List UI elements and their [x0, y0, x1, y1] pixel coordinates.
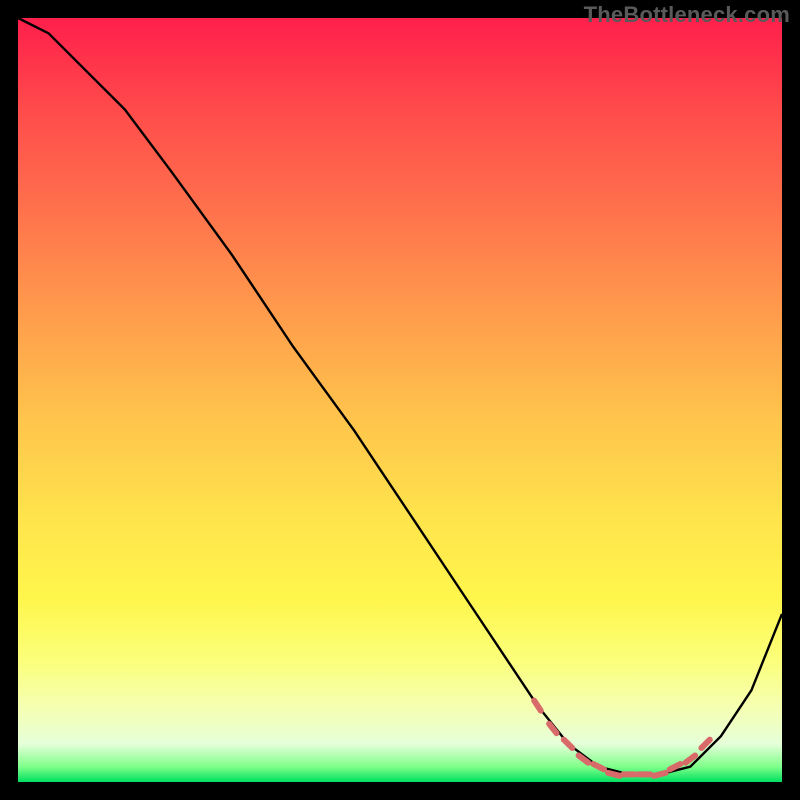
bottleneck-curve	[18, 18, 782, 774]
flat-region-markers	[534, 701, 710, 776]
chart-plot-area	[18, 18, 782, 782]
flat-marker	[549, 724, 556, 733]
watermark-text: TheBottleneck.com	[584, 2, 790, 28]
flat-marker	[654, 773, 666, 776]
flat-marker	[534, 701, 541, 711]
flat-marker	[564, 740, 573, 748]
flat-marker	[686, 756, 696, 763]
flat-marker	[701, 740, 709, 748]
chart-frame: TheBottleneck.com	[0, 0, 800, 800]
flat-marker	[608, 773, 620, 776]
flat-marker	[593, 764, 604, 769]
chart-overlay-svg	[18, 18, 782, 782]
